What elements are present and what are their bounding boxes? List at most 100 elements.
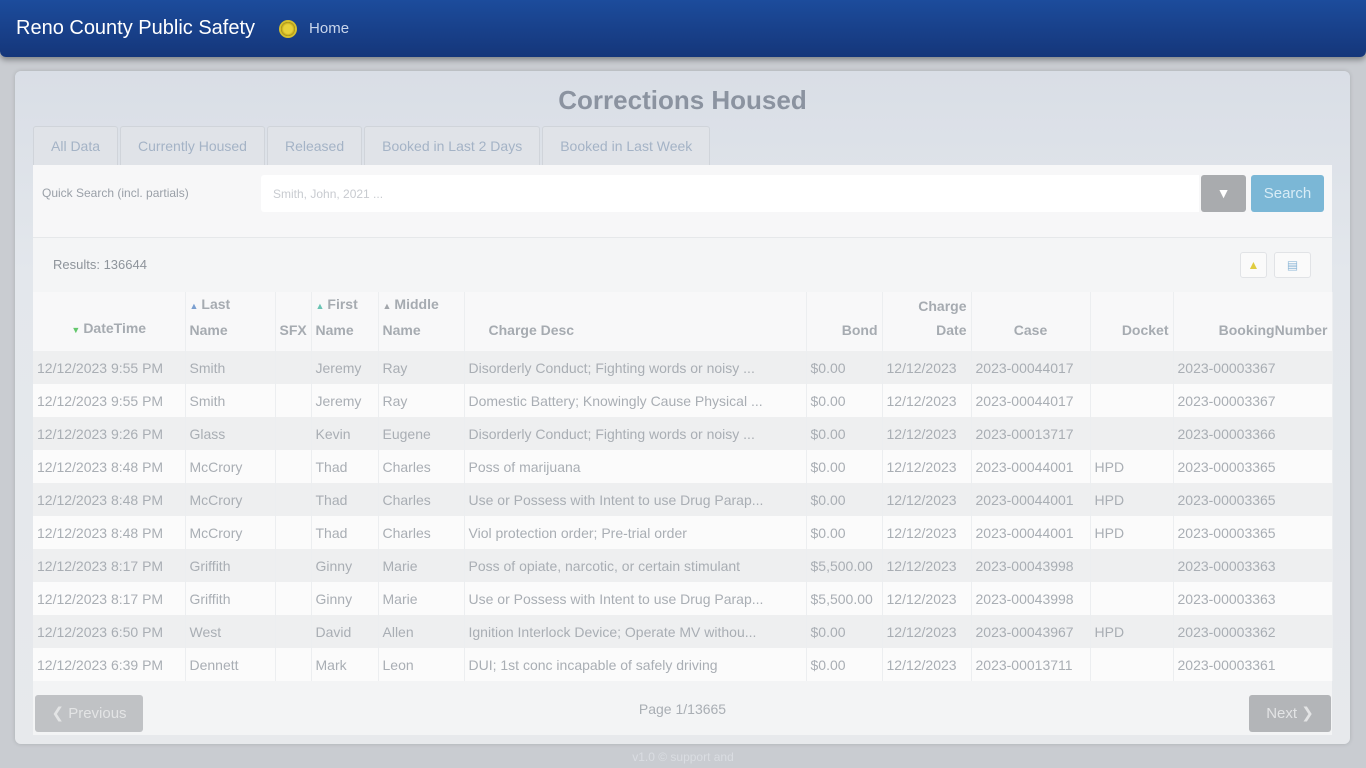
cell-case: 2023-00044017 <box>971 351 1091 384</box>
cell-bond: $5,500.00 <box>806 549 883 582</box>
cell-datetime: 12/12/2023 8:17 PM <box>33 549 186 582</box>
cell-charge-desc: Domestic Battery; Knowingly Cause Physic… <box>464 384 807 417</box>
brand-title[interactable]: Reno County Public Safety <box>16 17 255 40</box>
cell-bond: $0.00 <box>806 417 883 450</box>
col-header-last-name[interactable]: ▲ Last Name <box>185 292 276 351</box>
cell-charge-desc: Disorderly Conduct; Fighting words or no… <box>464 417 807 450</box>
cell-datetime: 12/12/2023 9:26 PM <box>33 417 186 450</box>
cell-last-name: West <box>185 615 276 648</box>
quick-search-input[interactable] <box>261 175 1199 212</box>
cell-first-name: Jeremy <box>311 384 379 417</box>
cell-datetime: 12/12/2023 9:55 PM <box>33 384 186 417</box>
table-row[interactable]: 12/12/2023 9:26 PM Glass Kevin Eugene Disord… <box>33 417 1333 450</box>
col-header-case[interactable]: Case <box>971 292 1091 351</box>
tab-all-data[interactable]: All Data <box>33 126 119 165</box>
table-row[interactable]: 12/12/2023 9:55 PM Smith Jeremy Ray Domestic… <box>33 384 1333 417</box>
cell-case: 2023-00044001 <box>971 516 1091 549</box>
cell-bond: $0.00 <box>806 384 883 417</box>
cell-charge-desc: DUI; 1st conc incapable of safely drivin… <box>464 648 807 681</box>
cell-charge-desc: Use or Possess with Intent to use Drug P… <box>464 582 807 615</box>
cell-last-name: Griffith <box>185 582 276 615</box>
cell-datetime: 12/12/2023 6:50 PM <box>33 615 186 648</box>
col-header-sfx[interactable]: SFX <box>275 292 312 351</box>
col-header-first-name[interactable]: ▲ First Name <box>311 292 379 351</box>
cell-middle-name: Charles <box>378 483 465 516</box>
table-row[interactable]: 12/12/2023 6:50 PM West David Allen Ignition… <box>33 615 1333 648</box>
cell-sfx <box>275 615 312 648</box>
pager: ❮ Previous Page 1/13665 Next ❯ <box>33 695 1332 735</box>
page-info: Page 1/13665 <box>638 701 727 717</box>
cell-case: 2023-00044001 <box>971 450 1091 483</box>
cell-charge-date: 12/12/2023 <box>882 648 972 681</box>
cell-docket <box>1090 549 1174 582</box>
cell-charge-date: 12/12/2023 <box>882 351 972 384</box>
next-button[interactable]: Next ❯ <box>1249 695 1331 732</box>
cell-booking-number: 2023-00003363 <box>1173 549 1333 582</box>
cell-last-name: McCrory <box>185 450 276 483</box>
cell-middle-name: Charles <box>378 450 465 483</box>
cell-booking-number: 2023-00003367 <box>1173 351 1333 384</box>
tab-released[interactable]: Released <box>266 126 363 165</box>
tab-currently-housed[interactable]: Currently Housed <box>120 126 265 165</box>
cell-case: 2023-00043998 <box>971 582 1091 615</box>
cell-last-name: Smith <box>185 384 276 417</box>
cell-first-name: Thad <box>311 450 379 483</box>
cell-case: 2023-00013717 <box>971 417 1091 450</box>
cell-booking-number: 2023-00003365 <box>1173 450 1333 483</box>
cell-bond: $0.00 <box>806 483 883 516</box>
cell-last-name: McCrory <box>185 483 276 516</box>
cell-sfx <box>275 384 312 417</box>
nav-home-link[interactable]: Home <box>309 20 349 37</box>
table-row[interactable]: 12/12/2023 8:48 PM McCrory Thad Charles Use … <box>33 483 1333 516</box>
cell-sfx <box>275 450 312 483</box>
table-row[interactable]: 12/12/2023 6:39 PM Dennett Mark Leon DUI; 1s… <box>33 648 1333 681</box>
cell-charge-date: 12/12/2023 <box>882 516 972 549</box>
export-csv-button[interactable]: ▤ <box>1274 252 1311 278</box>
cell-sfx <box>275 516 312 549</box>
search-button[interactable]: Search <box>1251 175 1324 212</box>
col-header-bond[interactable]: Bond <box>806 292 883 351</box>
cell-charge-desc: Poss of marijuana <box>464 450 807 483</box>
chevron-right-icon: ❯ <box>1297 705 1314 722</box>
col-header-booking-number[interactable]: BookingNumber <box>1173 292 1333 351</box>
quick-search-label: Quick Search (incl. partials) <box>42 186 189 200</box>
cell-charge-date: 12/12/2023 <box>882 384 972 417</box>
cell-docket: HPD <box>1090 450 1174 483</box>
cell-charge-date: 12/12/2023 <box>882 615 972 648</box>
cell-first-name: Jeremy <box>311 351 379 384</box>
tab-booked-last-2-days[interactable]: Booked in Last 2 Days <box>364 126 541 165</box>
col-header-charge-desc[interactable]: Charge Desc <box>464 292 807 351</box>
badge-icon <box>281 21 296 36</box>
tab-bar: All Data Currently Housed Released Booke… <box>33 126 712 165</box>
results-count: Results: 136644 <box>53 257 147 272</box>
col-header-charge-date[interactable]: Charge Date <box>882 292 972 351</box>
cell-bond: $0.00 <box>806 516 883 549</box>
cell-charge-date: 12/12/2023 <box>882 549 972 582</box>
cell-docket <box>1090 582 1174 615</box>
table-row[interactable]: 12/12/2023 8:17 PM Griffith Ginny Marie Poss… <box>33 549 1333 582</box>
table-row[interactable]: 12/12/2023 8:48 PM McCrory Thad Charles Poss… <box>33 450 1333 483</box>
col-header-middle-name[interactable]: ▲ Middle Name <box>378 292 465 351</box>
cell-docket <box>1090 417 1174 450</box>
table-row[interactable]: 12/12/2023 9:55 PM Smith Jeremy Ray Disorder… <box>33 351 1333 384</box>
col-header-docket[interactable]: Docket <box>1090 292 1174 351</box>
cell-datetime: 12/12/2023 9:55 PM <box>33 351 186 384</box>
document-icon: ▤ <box>1286 258 1299 272</box>
export-excel-button[interactable]: ▲ <box>1240 252 1267 278</box>
cell-case: 2023-00043998 <box>971 549 1091 582</box>
table-row[interactable]: 12/12/2023 8:48 PM McCrory Thad Charles Viol… <box>33 516 1333 549</box>
cell-bond: $0.00 <box>806 648 883 681</box>
cell-middle-name: Marie <box>378 582 465 615</box>
cell-bond: $5,500.00 <box>806 582 883 615</box>
cell-charge-desc: Use or Possess with Intent to use Drug P… <box>464 483 807 516</box>
cell-sfx <box>275 483 312 516</box>
table-body: 12/12/2023 9:55 PM Smith Jeremy Ray Disorder… <box>33 351 1333 681</box>
filter-button[interactable]: ▼ <box>1201 175 1246 212</box>
table-row[interactable]: 12/12/2023 8:17 PM Griffith Ginny Marie Use … <box>33 582 1333 615</box>
tab-booked-last-week[interactable]: Booked in Last Week <box>542 126 711 165</box>
cell-datetime: 12/12/2023 6:39 PM <box>33 648 186 681</box>
cell-middle-name: Charles <box>378 516 465 549</box>
cell-first-name: Mark <box>311 648 379 681</box>
col-header-datetime[interactable]: ▼ DateTime <box>33 292 186 351</box>
cell-sfx <box>275 582 312 615</box>
